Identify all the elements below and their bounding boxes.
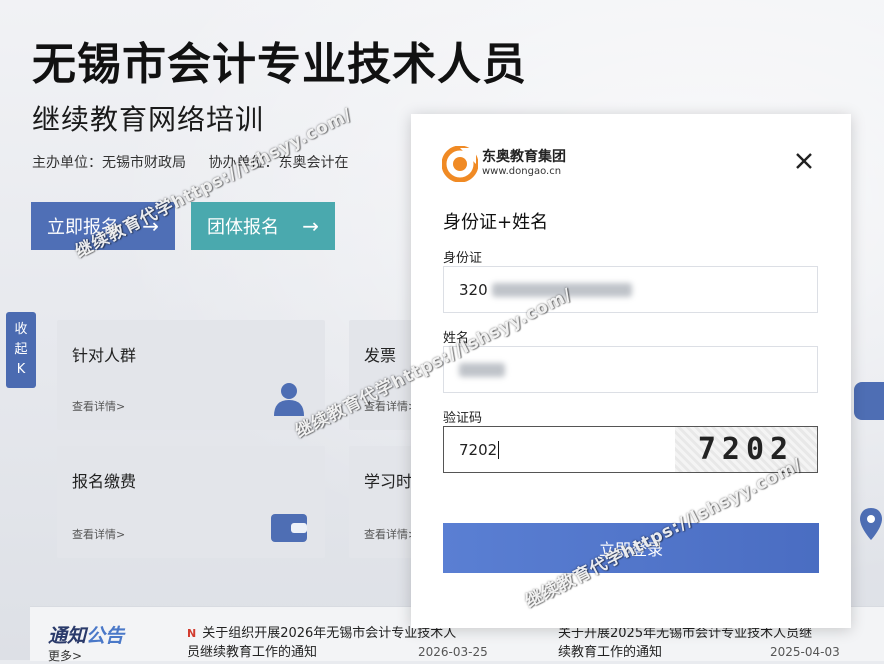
- card-title: 报名缴费: [72, 472, 137, 491]
- captcha-label: 验证码: [443, 411, 483, 426]
- notice-date: 2026-03-25: [418, 645, 488, 659]
- notice-title-line2: 续教育工作的通知: [558, 645, 663, 660]
- captcha-image[interactable]: 7202: [675, 427, 817, 472]
- card-title: 针对人群: [72, 346, 137, 365]
- collapse-tab-text-2: 起: [14, 342, 28, 357]
- notice-logo-text: 通知: [48, 625, 87, 647]
- id-number-input[interactable]: 320: [443, 266, 818, 313]
- book-icon: [854, 382, 884, 420]
- signup-button[interactable]: 立即报名 →: [31, 202, 175, 250]
- notice-title-line1: 关于组织开展2026年无锡市会计专业技术人: [202, 626, 457, 641]
- brand-logo: 东奥教育集团 www.dongao.cn: [442, 146, 566, 182]
- collapse-sidebar-tab[interactable]: 收 起 K: [6, 312, 36, 388]
- notice-title-line1: 关于开展2025年无锡市会计专业技术人员继: [558, 626, 813, 641]
- card-details-link[interactable]: 查看详情>: [72, 526, 125, 542]
- host-organizer: 主办单位：无锡市财政局: [32, 155, 186, 171]
- card-details-link[interactable]: 查看详情>: [364, 526, 417, 542]
- organizers: 主办单位：无锡市财政局 协办单位：东奥会计在: [32, 152, 366, 172]
- captcha-input[interactable]: 7202 7202: [443, 426, 818, 473]
- dongao-logo-icon: [442, 146, 478, 182]
- notice-item[interactable]: N 关于组织开展2026年无锡市会计专业技术人 员继续教育工作的通知: [187, 624, 456, 662]
- card-details-link[interactable]: 查看详情>: [364, 398, 417, 414]
- notices-more-link[interactable]: 更多>: [48, 647, 82, 664]
- user-icon: [274, 383, 304, 416]
- signup-button-label: 立即报名: [47, 217, 119, 238]
- login-modal: 东奥教育集团 www.dongao.cn 身份证+姓名 身份证 320 姓名 验…: [411, 114, 851, 628]
- location-pin-icon: [860, 508, 882, 540]
- captcha-value: 7202: [459, 440, 498, 459]
- name-input[interactable]: [443, 346, 818, 393]
- notice-logo-accent: 公告: [86, 625, 125, 647]
- new-badge: N: [187, 627, 197, 640]
- card-details-link[interactable]: 查看详情>: [72, 398, 125, 414]
- arrow-right-icon: →: [142, 214, 159, 238]
- redacted-text: [491, 282, 632, 297]
- brand-url: www.dongao.cn: [482, 166, 562, 177]
- group-signup-button[interactable]: 团体报名 →: [191, 202, 335, 250]
- card-title: 发票: [364, 346, 397, 365]
- card-title: 学习时: [364, 472, 413, 491]
- notice-section-logo: 通知公告: [48, 621, 124, 648]
- co-host-organizer: 协办单位：东奥会计在: [208, 155, 349, 171]
- brand-name: 东奥教育集团: [482, 149, 566, 165]
- collapse-chevron-icon: K: [16, 362, 26, 377]
- card-target-audience[interactable]: 针对人群 查看详情>: [57, 320, 325, 430]
- group-signup-button-label: 团体报名: [207, 217, 279, 238]
- notice-date: 2025-04-03: [770, 645, 840, 659]
- arrow-right-icon: →: [302, 214, 319, 238]
- captcha-image-text: 7202: [697, 432, 795, 467]
- name-label: 姓名: [443, 331, 470, 346]
- id-label: 身份证: [443, 251, 483, 266]
- redacted-text: [459, 362, 505, 377]
- collapse-tab-text-1: 收: [14, 322, 28, 337]
- page-subtitle: 继续教育网络培训: [32, 103, 265, 136]
- id-number-value: 320: [459, 280, 488, 299]
- close-icon[interactable]: [793, 150, 815, 172]
- page-title: 无锡市会计专业技术人员: [32, 39, 527, 90]
- text-cursor: [498, 440, 500, 459]
- card-registration-payment[interactable]: 报名缴费 查看详情>: [57, 446, 325, 558]
- login-method-title: 身份证+姓名: [443, 212, 549, 233]
- wallet-icon: [271, 514, 307, 542]
- notice-title-line2: 员继续教育工作的通知: [187, 645, 318, 660]
- login-button[interactable]: 立即登录: [443, 523, 819, 573]
